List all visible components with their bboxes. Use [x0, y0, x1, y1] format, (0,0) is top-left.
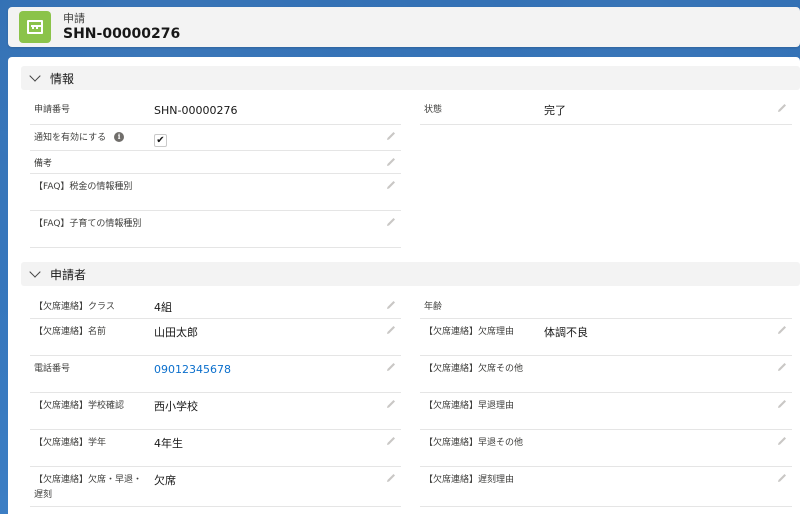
field-label: 【FAQ】子育ての情報種別: [34, 219, 142, 229]
field-class: 【欠席連絡】クラス 4組: [30, 294, 401, 319]
field-label: 【欠席連絡】学校確認: [34, 401, 125, 411]
field-app-number: 申請番号 SHN-00000276: [30, 97, 401, 125]
field-label: 【欠席連絡】早退その他: [424, 438, 524, 448]
field-label: 【欠席連絡】名前: [34, 327, 107, 337]
pencil-icon[interactable]: [385, 216, 397, 228]
field-value: 西小学校: [154, 400, 198, 413]
record-detail: 情報 申請番号 SHN-00000276 通知を有効にする i ✔ 備考 【FAQ…: [8, 57, 800, 514]
field-label: 申請番号: [34, 105, 71, 115]
field-value: 欠席: [154, 474, 176, 487]
application-icon: [19, 11, 51, 43]
field-label: 状態: [424, 105, 443, 115]
field-absence-other: 【欠席連絡】欠席その他: [420, 356, 792, 393]
field-label: 電話番号: [34, 364, 71, 374]
field-status: 状態 完了: [420, 97, 792, 125]
pencil-icon[interactable]: [385, 472, 397, 484]
pencil-icon[interactable]: [385, 130, 397, 142]
record-name: SHN-00000276: [63, 25, 181, 42]
pencil-icon[interactable]: [776, 324, 788, 336]
field-phone: 電話番号 09012345678: [30, 356, 401, 393]
section-title: 情報: [50, 71, 75, 86]
field-label: 【欠席連絡】欠席・早退・遅刻: [34, 475, 143, 500]
field-early-reason: 【欠席連絡】早退理由: [420, 393, 792, 430]
field-value: 4年生: [154, 437, 183, 450]
field-label: 【欠席連絡】欠席その他: [424, 364, 524, 374]
record-header: 申請 SHN-00000276: [8, 7, 800, 47]
field-age: 年齢: [420, 294, 792, 319]
pencil-icon[interactable]: [385, 299, 397, 311]
field-label-wrap: 通知を有効にする i: [34, 131, 146, 146]
field-name: 【欠席連絡】名前 山田太郎: [30, 319, 401, 356]
field-value: 4組: [154, 301, 172, 314]
notify-checkbox[interactable]: ✔: [154, 134, 167, 147]
field-value: 完了: [544, 104, 566, 117]
pencil-icon[interactable]: [385, 179, 397, 191]
section-title: 申請者: [50, 267, 87, 282]
pencil-icon[interactable]: [385, 156, 397, 168]
field-label: 【FAQ】税金の情報種別: [34, 182, 133, 192]
field-late-reason: 【欠席連絡】遅刻理由: [420, 467, 792, 507]
field-label: 年齢: [424, 302, 443, 312]
field-label: 通知を有効にする: [34, 133, 107, 143]
pencil-icon[interactable]: [776, 398, 788, 410]
pencil-icon[interactable]: [776, 472, 788, 484]
phone-link[interactable]: 09012345678: [154, 362, 231, 377]
field-faq-tax: 【FAQ】税金の情報種別: [30, 174, 401, 211]
field-label: 【欠席連絡】クラス: [34, 302, 115, 312]
field-label: 【欠席連絡】欠席理由: [424, 327, 515, 337]
pencil-icon[interactable]: [385, 398, 397, 410]
field-label: 【欠席連絡】早退理由: [424, 401, 515, 411]
object-label: 申請: [63, 11, 85, 25]
field-notify: 通知を有効にする i ✔: [30, 125, 401, 151]
pencil-icon[interactable]: [385, 435, 397, 447]
pencil-icon[interactable]: [776, 102, 788, 114]
info-icon[interactable]: i: [114, 132, 125, 142]
field-label: 【欠席連絡】学年: [34, 438, 107, 448]
field-value: SHN-00000276: [154, 104, 238, 117]
field-faq-child: 【FAQ】子育ての情報種別: [30, 211, 401, 248]
field-early-other: 【欠席連絡】早退その他: [420, 430, 792, 467]
field-type: 【欠席連絡】欠席・早退・遅刻 欠席: [30, 467, 401, 507]
section-header-applicant[interactable]: 申請者: [21, 262, 800, 286]
field-value: 体調不良: [544, 326, 588, 339]
field-value: 山田太郎: [154, 326, 198, 339]
field-grade: 【欠席連絡】学年 4年生: [30, 430, 401, 467]
pencil-icon[interactable]: [776, 361, 788, 373]
field-remarks: 備考: [30, 151, 401, 174]
pencil-icon[interactable]: [776, 435, 788, 447]
section-header-info[interactable]: 情報: [21, 66, 800, 90]
chevron-down-icon[interactable]: [29, 70, 41, 82]
field-school: 【欠席連絡】学校確認 西小学校: [30, 393, 401, 430]
field-label: 【欠席連絡】遅刻理由: [424, 475, 515, 485]
chevron-down-icon[interactable]: [29, 266, 41, 278]
pencil-icon[interactable]: [385, 324, 397, 336]
pencil-icon[interactable]: [385, 361, 397, 373]
field-absence-reason: 【欠席連絡】欠席理由 体調不良: [420, 319, 792, 356]
field-label: 備考: [34, 159, 53, 169]
